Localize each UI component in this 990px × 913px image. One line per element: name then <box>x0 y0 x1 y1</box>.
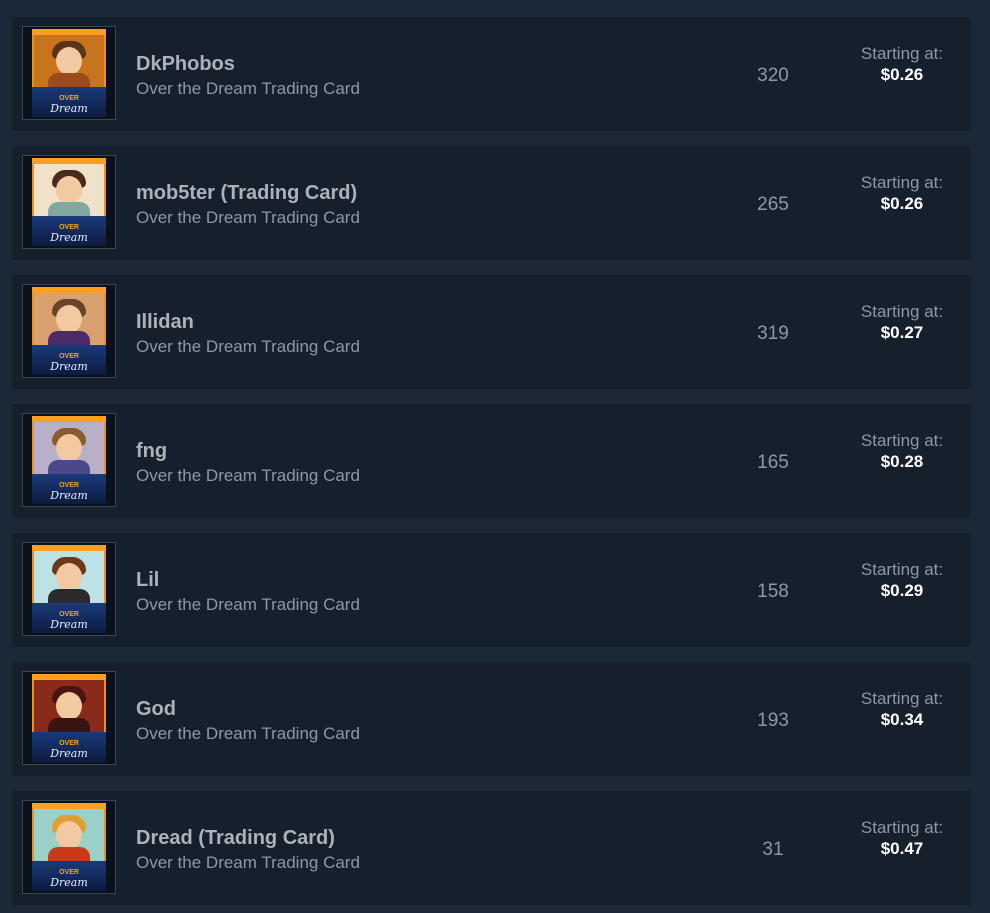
listing-row[interactable]: OVER Dream Illidan Over the Dream Tradin… <box>12 275 971 389</box>
listing-row[interactable]: OVER Dream Dread (Trading Card) Over the… <box>12 791 971 905</box>
card-character-art <box>34 293 104 347</box>
game-logo-script: Dream <box>50 876 88 889</box>
card-character-face <box>56 692 82 720</box>
item-image[interactable]: OVER Dream <box>22 542 116 636</box>
card-character-face <box>56 47 82 75</box>
listing-quantity: 31 <box>762 839 784 860</box>
game-logo: OVER Dream <box>32 869 106 888</box>
price-label: Starting at: <box>860 431 944 450</box>
card-character-art <box>34 164 104 218</box>
listing-quantity: 320 <box>757 65 789 86</box>
market-listing: OVER Dream DkPhobos Over the Dream Tradi… <box>0 0 990 913</box>
price-label: Starting at: <box>860 689 944 708</box>
price-label: Starting at: <box>860 173 944 192</box>
item-game-name: Over the Dream Trading Card <box>136 595 360 614</box>
item-image[interactable]: OVER Dream <box>22 671 116 765</box>
card-character-face <box>56 434 82 462</box>
item-game-name: Over the Dream Trading Card <box>136 79 360 98</box>
listing-quantity: 158 <box>757 581 789 602</box>
card-character-art <box>34 35 104 89</box>
starting-price: $0.29 <box>880 581 924 600</box>
game-logo: OVER Dream <box>32 95 106 114</box>
game-logo-script: Dream <box>50 360 88 373</box>
item-game-name: Over the Dream Trading Card <box>136 466 360 485</box>
game-logo-script: Dream <box>50 489 88 502</box>
item-name[interactable]: God <box>136 698 176 721</box>
game-logo-script: Dream <box>50 747 88 760</box>
game-logo: OVER Dream <box>32 740 106 759</box>
listing-row[interactable]: OVER Dream Lil Over the Dream Trading Ca… <box>12 533 971 647</box>
card-character-face <box>56 305 82 333</box>
listing-quantity: 265 <box>757 194 789 215</box>
starting-price: $0.26 <box>880 194 924 213</box>
item-image[interactable]: OVER Dream <box>22 800 116 894</box>
game-logo-script: Dream <box>50 231 88 244</box>
item-name[interactable]: mob5ter (Trading Card) <box>136 182 357 205</box>
trading-card-art: OVER Dream <box>32 416 106 504</box>
trading-card-art: OVER Dream <box>32 287 106 375</box>
game-logo: OVER Dream <box>32 482 106 501</box>
trading-card-art: OVER Dream <box>32 29 106 117</box>
trading-card-art: OVER Dream <box>32 803 106 891</box>
item-name[interactable]: Dread (Trading Card) <box>136 827 335 850</box>
item-image[interactable]: OVER Dream <box>22 155 116 249</box>
listing-row[interactable]: OVER Dream God Over the Dream Trading Ca… <box>12 662 971 776</box>
price-label: Starting at: <box>860 44 944 63</box>
item-game-name: Over the Dream Trading Card <box>136 337 360 356</box>
game-logo-script: Dream <box>50 618 88 631</box>
trading-card-art: OVER Dream <box>32 158 106 246</box>
game-logo: OVER Dream <box>32 611 106 630</box>
listing-row[interactable]: OVER Dream DkPhobos Over the Dream Tradi… <box>12 17 971 131</box>
listing-quantity: 165 <box>757 452 789 473</box>
card-character-face <box>56 176 82 204</box>
price-label: Starting at: <box>860 560 944 579</box>
starting-price: $0.26 <box>880 65 924 84</box>
listing-quantity: 319 <box>757 323 789 344</box>
item-image[interactable]: OVER Dream <box>22 26 116 120</box>
item-name[interactable]: fng <box>136 440 167 463</box>
card-character-art <box>34 680 104 734</box>
item-image[interactable]: OVER Dream <box>22 284 116 378</box>
starting-price: $0.47 <box>880 839 924 858</box>
card-character-art <box>34 809 104 863</box>
item-image[interactable]: OVER Dream <box>22 413 116 507</box>
game-logo: OVER Dream <box>32 224 106 243</box>
trading-card-art: OVER Dream <box>32 674 106 762</box>
listing-row[interactable]: OVER Dream fng Over the Dream Trading Ca… <box>12 404 971 518</box>
card-character-face <box>56 563 82 591</box>
item-game-name: Over the Dream Trading Card <box>136 853 360 872</box>
card-character-art <box>34 422 104 476</box>
listing-row[interactable]: OVER Dream mob5ter (Trading Card) Over t… <box>12 146 971 260</box>
item-game-name: Over the Dream Trading Card <box>136 208 360 227</box>
item-name[interactable]: DkPhobos <box>136 53 235 76</box>
listing-quantity: 193 <box>757 710 789 731</box>
starting-price: $0.28 <box>880 452 924 471</box>
item-name[interactable]: Lil <box>136 569 159 592</box>
item-game-name: Over the Dream Trading Card <box>136 724 360 743</box>
card-character-art <box>34 551 104 605</box>
game-logo: OVER Dream <box>32 353 106 372</box>
item-name[interactable]: Illidan <box>136 311 194 334</box>
game-logo-script: Dream <box>50 102 88 115</box>
starting-price: $0.34 <box>880 710 924 729</box>
card-character-face <box>56 821 82 849</box>
price-label: Starting at: <box>860 302 944 321</box>
price-label: Starting at: <box>860 818 944 837</box>
starting-price: $0.27 <box>880 323 924 342</box>
trading-card-art: OVER Dream <box>32 545 106 633</box>
